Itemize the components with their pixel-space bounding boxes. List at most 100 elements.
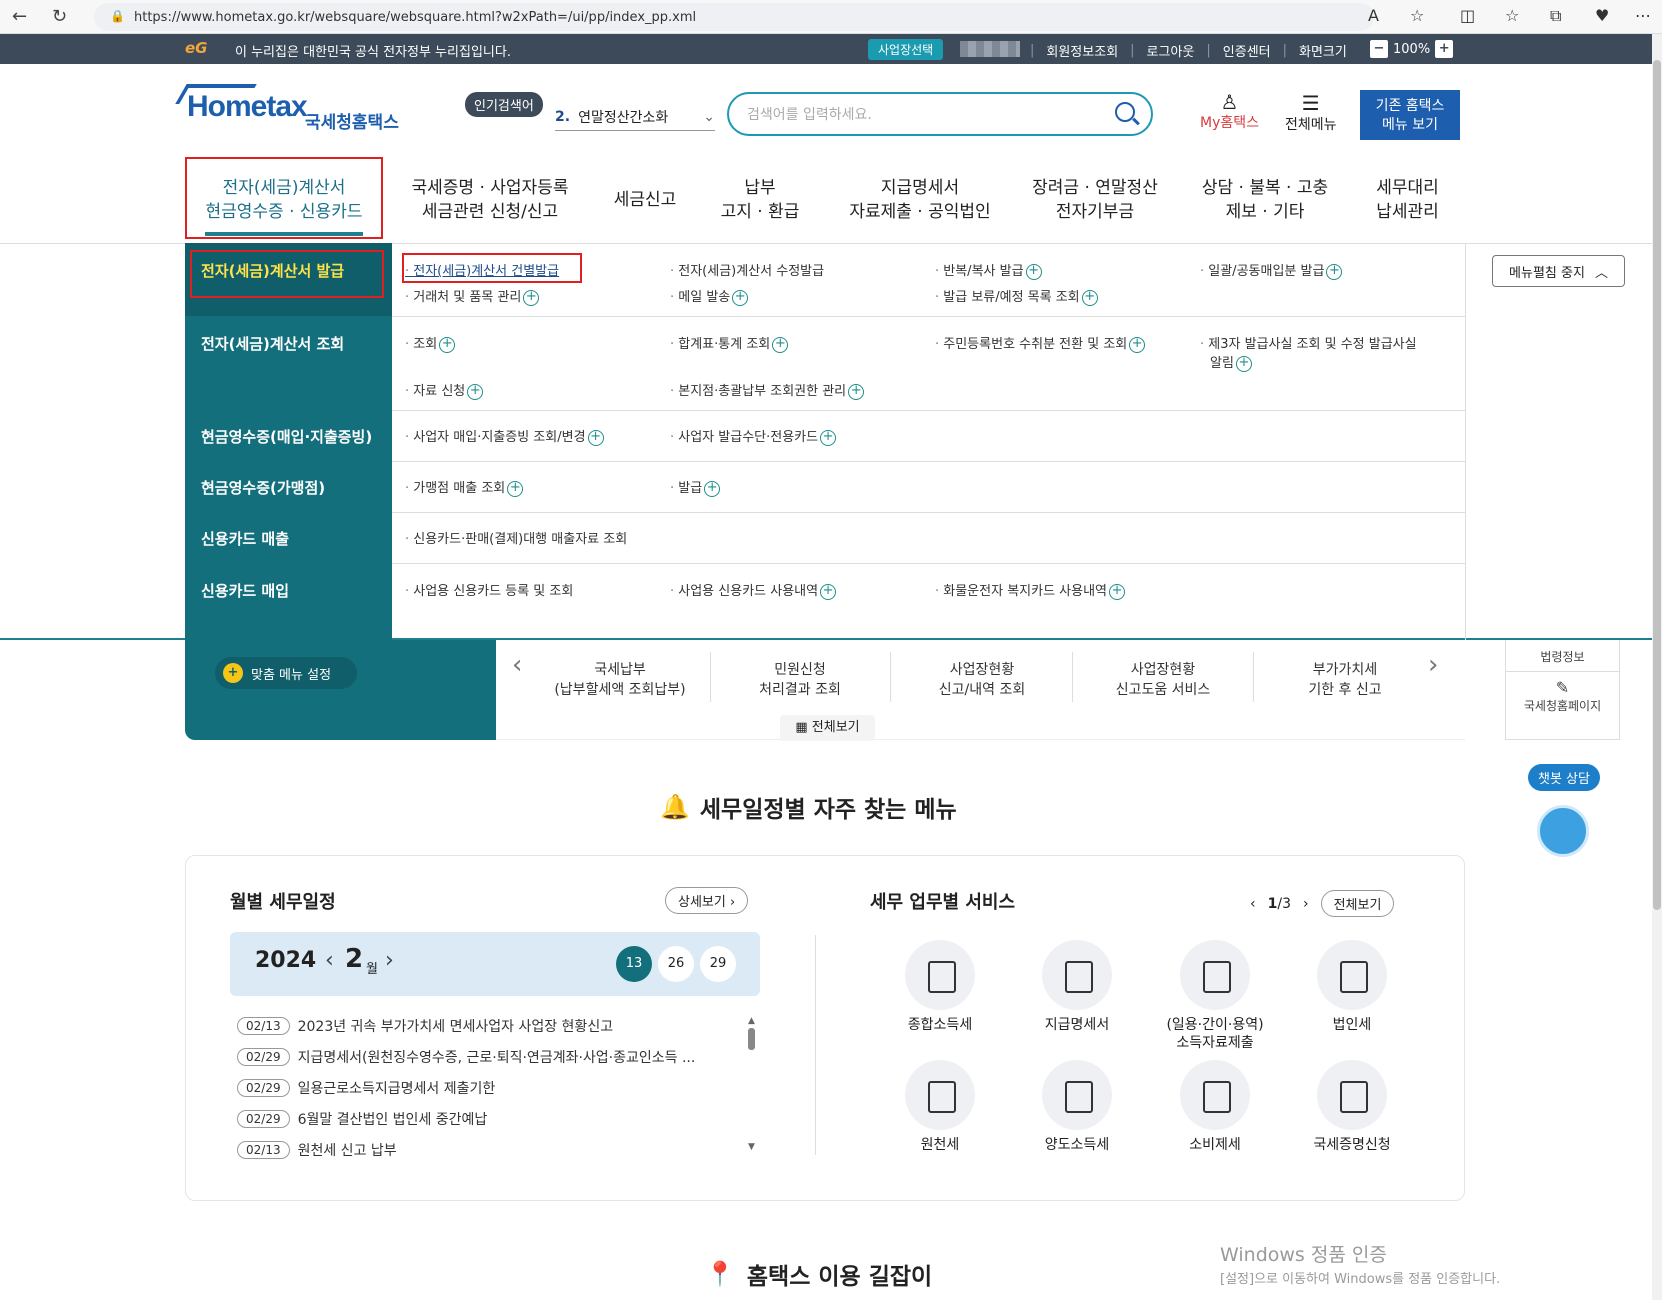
menu-item-einvoice-single-issue[interactable]: 전자(세금)계산서 건별발급	[405, 260, 559, 279]
detail-view-button[interactable]: 상세보기 ›	[665, 887, 749, 914]
menu-item-third-party-cont[interactable]: 알림 +	[1210, 352, 1252, 372]
quick-item-vat-late[interactable]: 부가가치세 기한 후 신고	[1255, 660, 1435, 700]
tab-consult[interactable]: 상담 · 불복 · 고충 제보 · 기타	[1195, 176, 1335, 224]
plus-icon[interactable]: +	[732, 289, 749, 306]
menu-item-mail-send[interactable]: 메일 발송+	[670, 286, 749, 306]
plus-icon[interactable]: +	[1235, 355, 1252, 372]
menu-item-biz-card-usage[interactable]: 사업용 신용카드 사용내역+	[670, 580, 837, 600]
day-button[interactable]: 26	[658, 946, 694, 982]
quick-item-tax-payment[interactable]: 국세납부 (납부할세액 조회납부)	[530, 660, 710, 700]
menu-item-freight-card[interactable]: 화물운전자 복지카드 사용내역+	[935, 580, 1126, 600]
more-icon[interactable]: ⋯	[1635, 6, 1651, 25]
split-screen-icon[interactable]: ◫	[1460, 6, 1475, 25]
plus-icon[interactable]: +	[507, 480, 524, 497]
plus-icon[interactable]: +	[772, 336, 789, 353]
collections-icon[interactable]: ⧉	[1550, 6, 1561, 26]
logout-link[interactable]: 로그아웃	[1147, 41, 1195, 60]
plus-icon[interactable]: +	[439, 336, 456, 353]
old-menu-button[interactable]: 기존 홈택스 메뉴 보기	[1360, 90, 1460, 140]
plus-icon[interactable]: +	[587, 429, 604, 446]
biz-select-button[interactable]: 사업장선택	[868, 39, 944, 60]
prev-month-icon[interactable]: ‹	[325, 948, 334, 973]
my-hometax-button[interactable]: ♙ My홈택스	[1200, 92, 1259, 132]
plus-icon[interactable]: +	[1025, 263, 1042, 280]
category-cash-receipt-merchant[interactable]: 현금영수증(가맹점)	[201, 477, 325, 498]
category-einvoice-query[interactable]: 전자(세금)계산서 조회	[201, 333, 344, 354]
plus-icon[interactable]: +	[1081, 289, 1098, 306]
hometax-logo[interactable]: Hometax 국세청홈택스	[175, 84, 399, 132]
menu-item-issue[interactable]: 발급+	[670, 477, 721, 497]
service-tax-certificate[interactable]: 국세증명신청	[1292, 1060, 1412, 1154]
scroll-down-icon[interactable]: ▼	[748, 1142, 756, 1152]
service-income-data[interactable]: (일용·간이·용역) 소득자료제출	[1155, 940, 1275, 1052]
menu-item-branch-permission[interactable]: 본지점·총괄납부 조회권한 관리+	[670, 380, 865, 400]
menu-item-card-sales-query[interactable]: 신용카드·판매(결제)대행 매출자료 조회	[405, 528, 627, 547]
all-menu-button[interactable]: ☰ 전체메뉴	[1285, 92, 1337, 134]
tab-payment-statement[interactable]: 지급명세서 자료제출 · 공익법인	[840, 176, 1000, 224]
service-withholding-tax[interactable]: 원천세	[880, 1060, 1000, 1154]
tab-cert-registration[interactable]: 국세증명 · 사업자등록 세금관련 신청/신고	[405, 176, 575, 224]
schedule-event[interactable]: 02/29 6월말 결산법인 법인세 중간예납	[237, 1109, 487, 1129]
event-scrollbar[interactable]: ▲ ▼	[748, 1016, 756, 1156]
chevron-down-icon[interactable]: ⌄	[703, 109, 715, 125]
schedule-event[interactable]: 02/29 일용근로소득지급명세서 제출기한	[237, 1078, 495, 1098]
plus-icon[interactable]: +	[1109, 583, 1126, 600]
all-view-button[interactable]: ▦ 전체보기	[780, 715, 875, 741]
menu-item-query[interactable]: 조회+	[405, 333, 456, 353]
menu-collapse-button[interactable]: 메뉴펼침 중지 ︿	[1492, 255, 1625, 287]
plus-icon[interactable]: +	[1129, 336, 1146, 353]
zoom-out-button[interactable]: −	[1370, 40, 1388, 58]
plus-icon[interactable]: +	[523, 289, 540, 306]
cert-center-link[interactable]: 인증센터	[1223, 41, 1271, 60]
service-transfer-tax[interactable]: 양도소득세	[1017, 1060, 1137, 1154]
schedule-event[interactable]: 02/29 지급명세서(원천징수영수증, 근로·퇴직·연금계좌·사업·종교인소득 …	[237, 1047, 695, 1067]
chevron-left-icon[interactable]: ‹	[512, 650, 522, 680]
zoom-in-button[interactable]: +	[1435, 40, 1454, 58]
favorite-icon[interactable]: ☆	[1410, 6, 1424, 25]
menu-item-issue-means[interactable]: 사업자 발급수단·전용카드+	[670, 426, 837, 446]
menu-item-merchant-sales[interactable]: 가맹점 매출 조회+	[405, 477, 524, 497]
menu-item-partner-manage[interactable]: 거래처 및 품목 관리+	[405, 286, 540, 306]
law-info-link[interactable]: 법령정보	[1506, 648, 1619, 672]
nts-homepage-link[interactable]: ✎ 국세청홈페이지	[1506, 678, 1619, 714]
menu-item-data-request[interactable]: 자료 신청+	[405, 380, 484, 400]
menu-item-repeat-issue[interactable]: 반복/복사 발급+	[935, 260, 1042, 280]
menu-item-einvoice-amend[interactable]: 전자(세금)계산서 수정발급	[670, 260, 824, 279]
menu-item-third-party[interactable]: 제3자 발급사실 조회 및 수정 발급사실	[1200, 333, 1416, 352]
menu-item-bulk-issue[interactable]: 일괄/공동매입분 발급+	[1200, 260, 1343, 280]
chatbot-button[interactable]: 챗봇 상담	[1528, 764, 1600, 791]
page-scrollbar[interactable]	[1652, 34, 1662, 1300]
service-corporate-tax[interactable]: 법인세	[1292, 940, 1412, 1034]
menu-item-biz-card-register[interactable]: 사업용 신용카드 등록 및 조회	[405, 580, 573, 599]
search-input[interactable]: 검색어를 입력하세요.	[727, 92, 1153, 136]
menu-item-rrn-convert[interactable]: 주민등록번호 수취분 전환 및 조회+	[935, 333, 1146, 353]
service-income-tax[interactable]: 종합소득세	[880, 940, 1000, 1034]
day-button[interactable]: 29	[700, 946, 736, 982]
category-credit-card-purchase[interactable]: 신용카드 매입	[201, 580, 289, 601]
tab-payment[interactable]: 납부 고지 · 환급	[710, 176, 810, 224]
chevron-right-icon[interactable]: ›	[1303, 896, 1309, 912]
service-payment-statement[interactable]: 지급명세서	[1017, 940, 1137, 1034]
popular-keyword[interactable]: 2. 연말정산간소화 ⌄	[555, 103, 715, 131]
quick-item-biz-status[interactable]: 사업장현황 신고/내역 조회	[892, 660, 1072, 700]
menu-item-summary-stats[interactable]: 합계표·통계 조회+	[670, 333, 789, 353]
tab-incentive[interactable]: 장려금 · 연말정산 전자기부금	[1025, 176, 1165, 224]
member-info-link[interactable]: 회원정보조회	[1046, 41, 1118, 60]
scroll-up-icon[interactable]: ▲	[748, 1016, 756, 1026]
schedule-event[interactable]: 02/13 2023년 귀속 부가가치세 면세사업자 사업장 현황신고	[237, 1016, 613, 1036]
favorites-icon[interactable]: ☆	[1505, 6, 1519, 25]
category-credit-card-sales[interactable]: 신용카드 매출	[201, 528, 289, 549]
day-button[interactable]: 13	[616, 946, 652, 982]
plus-icon[interactable]: +	[1326, 263, 1343, 280]
tab-tax-agent[interactable]: 세무대리 납세관리	[1365, 176, 1450, 224]
tab-tax-report[interactable]: 세금신고	[605, 188, 685, 212]
chevron-left-icon[interactable]: ‹	[1250, 896, 1256, 912]
plus-icon[interactable]: +	[848, 383, 865, 400]
back-icon[interactable]: ←	[12, 6, 27, 27]
custom-menu-button[interactable]: + 맞춤 메뉴 설정	[215, 657, 357, 689]
scroll-thumb[interactable]	[748, 1028, 755, 1050]
menu-item-purchase-proof[interactable]: 사업자 매입·지출증빙 조회/변경+	[405, 426, 604, 446]
quick-item-civil-request[interactable]: 민원신청 처리결과 조회	[710, 660, 890, 700]
category-cash-receipt-purchase[interactable]: 현금영수증(매입·지출증빙)	[201, 426, 372, 447]
service-consumption-tax[interactable]: 소비제세	[1155, 1060, 1275, 1154]
